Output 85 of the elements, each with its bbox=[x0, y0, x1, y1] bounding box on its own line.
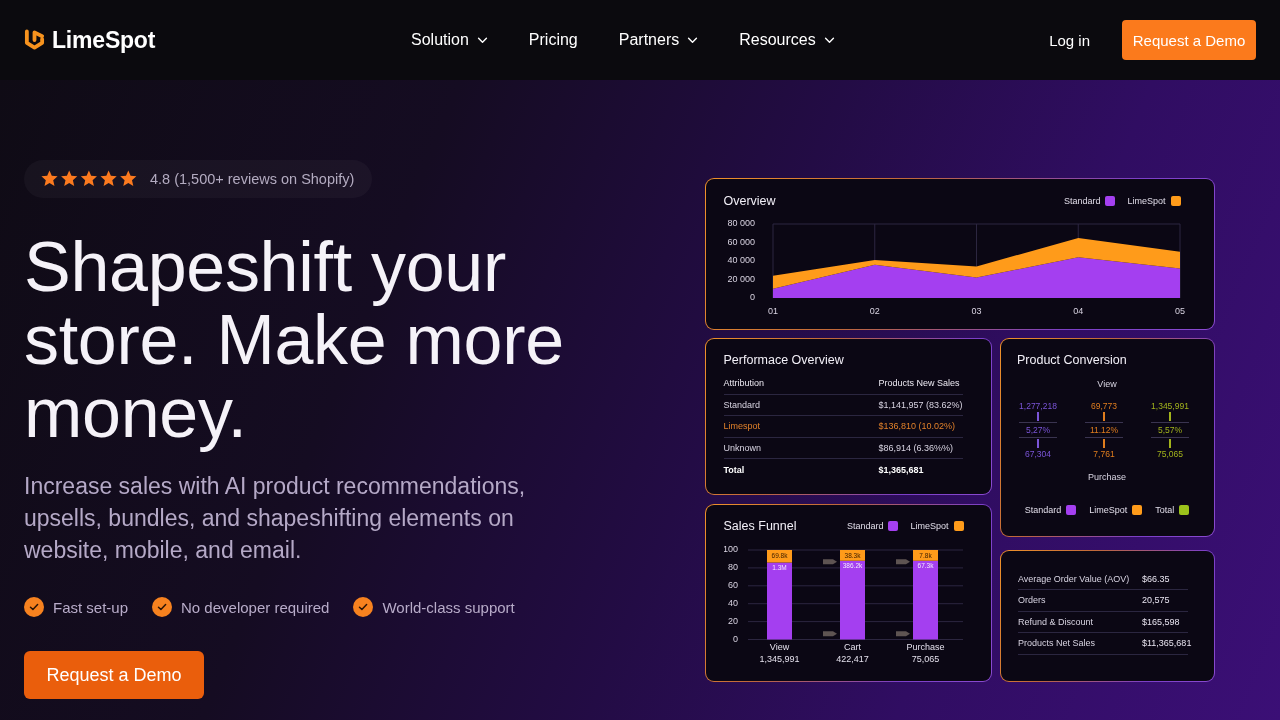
metric-label: Refund & Discount bbox=[1018, 616, 1095, 627]
axis-label: 0 bbox=[732, 633, 738, 644]
legend-label: Standard bbox=[1063, 196, 1101, 206]
table-cell-text: Total bbox=[723, 464, 746, 475]
table-cell-text: $136,810 (10.02%) bbox=[878, 421, 957, 432]
metric-value: 5,57% bbox=[1157, 423, 1183, 436]
flow-arrow-icon bbox=[822, 558, 837, 564]
metric-value: 5,27% bbox=[1025, 423, 1051, 436]
axis-label: 0 bbox=[749, 291, 755, 302]
legend-label: LimeSpot bbox=[910, 521, 949, 531]
axis-label: Cart bbox=[843, 641, 861, 652]
metric-value: 7,761 bbox=[1093, 447, 1115, 460]
axis-label: 60 bbox=[727, 579, 738, 590]
logo-wordmark[interactable]: LimeSpot bbox=[52, 26, 156, 54]
table-cell: $1,141,957 (83.62%) bbox=[878, 399, 963, 410]
column-header: Attribution bbox=[723, 378, 766, 389]
metric-value: $11,365,681 bbox=[1142, 638, 1192, 649]
legend-label: Standard bbox=[846, 521, 884, 531]
flow-arrow-icon bbox=[895, 558, 910, 564]
card-title: Performace Overview bbox=[723, 352, 845, 369]
card-title: Sales Funnel bbox=[723, 518, 797, 535]
metric-value: 1,277,218 bbox=[1019, 399, 1057, 412]
metric-label: Orders bbox=[1018, 595, 1047, 606]
axis-label: 20 bbox=[727, 615, 738, 626]
metric-value: 11.12% bbox=[1089, 423, 1119, 436]
axis-label: 03 bbox=[971, 305, 981, 316]
axis-label: 60 000 bbox=[726, 236, 755, 247]
hero-headline: Shapeshift your store. Make more money. bbox=[24, 231, 565, 450]
nav-menu-item[interactable]: Pricing bbox=[528, 31, 578, 49]
metric-value: $66.35 bbox=[1142, 573, 1171, 584]
table-cell-text: Standard bbox=[723, 399, 762, 410]
legend-label: Total bbox=[1155, 504, 1175, 515]
logo-icon[interactable] bbox=[24, 28, 45, 52]
nav-menu-item[interactable]: Resources bbox=[739, 31, 835, 49]
axis-label: 20 000 bbox=[726, 273, 755, 284]
login-link[interactable]: Log in bbox=[1049, 31, 1090, 49]
feature-label: Fast set-up bbox=[53, 598, 129, 616]
metric-value: 75,065 bbox=[1157, 447, 1183, 460]
nav-menu-item[interactable]: Partners bbox=[618, 31, 699, 49]
flow-arrow-icon bbox=[895, 630, 910, 636]
feature-label: World-class support bbox=[382, 598, 515, 616]
card-title: Overview bbox=[723, 193, 776, 210]
axis-label: View bbox=[769, 641, 789, 652]
metric-value: 20,575 bbox=[1142, 595, 1171, 606]
hero-subtext: Increase sales with AI product recommendations, upsells, bundles, and shapeshifting elements on website, mobile, and email. bbox=[24, 472, 527, 565]
metric-label: Products Net Sales bbox=[1018, 638, 1097, 649]
legend-label: Standard bbox=[1024, 504, 1062, 515]
axis-label: 04 bbox=[1072, 305, 1083, 316]
chevron-down-icon bbox=[687, 36, 699, 44]
rating-text: 4.8 (1,500+ reviews on Shopify) bbox=[150, 171, 355, 187]
chevron-down-icon bbox=[476, 36, 488, 44]
check-icon bbox=[152, 597, 173, 617]
axis-label: 40 000 bbox=[726, 254, 755, 265]
chevron-down-icon bbox=[823, 36, 835, 44]
axis-label: 02 bbox=[869, 305, 880, 316]
flow-arrow-icon bbox=[822, 630, 837, 636]
axis-label: 80 000 bbox=[726, 217, 755, 228]
axis-label: 80 bbox=[727, 561, 738, 572]
axis-label: 05 bbox=[1174, 305, 1185, 316]
card-title: Product Conversion bbox=[1017, 352, 1128, 369]
column-header: Products New Sales bbox=[878, 378, 961, 389]
axis-label: 01 bbox=[767, 305, 778, 316]
metric-value: 1,345,991 bbox=[1151, 399, 1189, 412]
feature-label: No developer required bbox=[181, 598, 330, 616]
metric-label: Average Order Value (AOV) bbox=[1018, 573, 1131, 584]
category-total: 75,065 bbox=[911, 653, 939, 664]
metric-value: $165,598 bbox=[1142, 616, 1181, 627]
table-cell-text: $1,365,681 bbox=[878, 464, 925, 475]
stage-label: Purchase bbox=[1087, 470, 1127, 483]
axis-label: Purchase bbox=[906, 641, 944, 652]
check-icon bbox=[353, 597, 374, 617]
category-total: 1,345,991 bbox=[759, 653, 799, 664]
axis-label: 100 bbox=[723, 543, 738, 554]
metric-value: 67,304 bbox=[1025, 447, 1051, 460]
table-cell-text: Unknown bbox=[723, 442, 763, 453]
stage-label: View bbox=[1096, 377, 1118, 390]
check-icon bbox=[24, 597, 44, 617]
legend-label: LimeSpot bbox=[1127, 196, 1166, 206]
axis-label: 40 bbox=[727, 597, 738, 608]
table-cell-text: $86,914 (6.36%%) bbox=[878, 442, 955, 453]
nav-menu-item[interactable]: Solution bbox=[411, 31, 488, 49]
category-total: 422,417 bbox=[835, 653, 869, 664]
table-cell-text: Limespot bbox=[723, 421, 762, 432]
legend-label: LimeSpot bbox=[1089, 504, 1128, 515]
metric-value: 69,773 bbox=[1091, 399, 1117, 412]
